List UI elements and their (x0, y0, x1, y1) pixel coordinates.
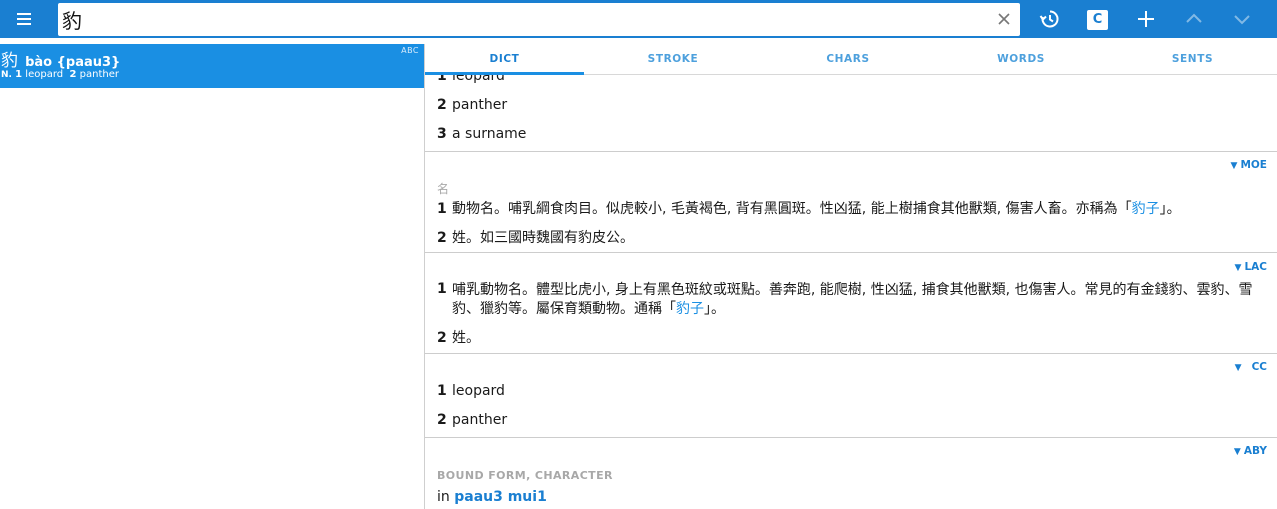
definition-row: 2 panther (437, 97, 507, 113)
history-icon[interactable] (1038, 7, 1062, 31)
bound-form-link[interactable]: paau3 mui1 (454, 489, 547, 505)
c-toggle-icon[interactable]: C (1087, 10, 1108, 30)
part-of-speech: 名 (437, 182, 450, 196)
source-label: ABY (1243, 445, 1267, 457)
lac-source-tag[interactable]: ▼ LAC (1235, 261, 1267, 273)
result-def-num: 2 (69, 69, 77, 80)
menu-icon[interactable] (14, 10, 36, 28)
triangle-down-icon: ▼ (1230, 161, 1238, 171)
moe-section: ▼ MOE 名 1 動物名。哺乳綱食肉目。似虎較小, 毛黃褐色, 背有黑圓斑。性凶猛… (425, 152, 1277, 253)
cc-source-tag[interactable]: ▼ CC (1235, 361, 1267, 373)
results-panel: 豹 bào {paau3} ABC N. 1 leopard 2 panther (0, 44, 424, 509)
triangle-down-icon: ▼ (1233, 447, 1241, 457)
tab-words[interactable]: WORDS (934, 44, 1108, 74)
def-number: 1 (437, 383, 447, 399)
source-label: CC (1251, 361, 1267, 373)
bound-form-label: BOUND FORM, CHARACTER (437, 469, 613, 482)
tab-chars[interactable]: CHARS (762, 44, 934, 74)
top-bar: C (0, 0, 1277, 38)
abc-section: 1 leopard 2 panther 3 a surname (425, 75, 1277, 152)
def-number: 2 (437, 230, 447, 246)
dictionary-content: 1 leopard 2 panther 3a surname ▼ MOE 名 1 動物名… (425, 75, 1277, 509)
tab-sents[interactable]: SENTS (1108, 44, 1277, 74)
source-label: LAC (1244, 261, 1267, 273)
result-title: 豹 bào {paau3} (1, 46, 120, 71)
def-number: 2 (437, 412, 447, 428)
definition-row: 1 哺乳動物名。體型比虎小, 身上有黑色斑紋或斑點。善奔跑, 能爬樹, 性凶猛,… (437, 281, 1267, 319)
search-input[interactable] (62, 3, 982, 36)
result-def-text: panther (79, 69, 119, 80)
chevron-up-icon[interactable] (1182, 7, 1206, 31)
definition-row: 2 姓。 (437, 327, 480, 347)
def-number: 1 (437, 75, 447, 84)
def-text: a surname (452, 126, 527, 142)
bound-form-row: in paau3 mui1 (437, 489, 547, 505)
result-pronunciation: bào {paau3} (25, 55, 121, 70)
moe-source-tag[interactable]: ▼ MOE (1231, 159, 1267, 171)
result-char: 豹 (1, 51, 18, 71)
cc-section: ▼ CC 1 leopard 2 panther (425, 354, 1277, 438)
chevron-down-icon[interactable] (1230, 7, 1254, 31)
result-def-num: 1 (15, 69, 23, 80)
result-pos: N. (1, 70, 12, 80)
definition-row: 2 姓。如三國時魏國有豹皮公。 (437, 227, 634, 247)
result-item[interactable]: 豹 bào {paau3} ABC N. 1 leopard 2 panther (0, 44, 424, 88)
def-text: leopard (452, 75, 505, 84)
def-text: 動物名。哺乳綱食肉目。似虎較小, 毛黃褐色, 背有黑圓斑。性凶猛, 能上樹捕食其… (452, 201, 1181, 217)
bound-form-prefix: in (437, 489, 450, 505)
cross-reference-link[interactable]: 豹子 (676, 301, 704, 317)
definition-row: 2 panther (437, 412, 507, 428)
tab-stroke[interactable]: STROKE (584, 44, 762, 74)
def-text: 姓。 (452, 330, 480, 346)
tab-bar: DICT STROKE CHARS WORDS SENTS (425, 44, 1277, 75)
definition-row: 3 a surname (437, 126, 526, 142)
tab-dict[interactable]: DICT (425, 44, 584, 74)
definition-row: 1 leopard (437, 383, 505, 399)
result-source-tag: ABC (401, 46, 419, 55)
aby-section: ▼ ABY BOUND FORM, CHARACTER in paau3 mui1 (425, 438, 1277, 509)
triangle-down-icon: ▼ (1234, 363, 1242, 373)
def-number: 2 (437, 97, 447, 113)
close-icon[interactable] (994, 9, 1014, 29)
triangle-down-icon: ▼ (1234, 263, 1242, 273)
def-number: 1 (437, 201, 447, 217)
lac-section: ▼ LAC 1 哺乳動物名。體型比虎小, 身上有黑色斑紋或斑點。善奔跑, 能爬樹,… (425, 253, 1277, 354)
search-box (58, 3, 1020, 36)
def-text: panther (452, 97, 508, 113)
result-def-text: leopard (25, 69, 64, 80)
add-icon[interactable] (1134, 7, 1158, 31)
def-text: panther (452, 412, 508, 428)
definition-row: 1 leopard (437, 75, 505, 84)
source-label: MOE (1240, 159, 1267, 171)
def-number: 3 (437, 126, 447, 142)
def-text: 姓。如三國時魏國有豹皮公。 (452, 230, 634, 246)
def-number: 1 (437, 281, 447, 297)
definition-row: 1 動物名。哺乳綱食肉目。似虎較小, 毛黃褐色, 背有黑圓斑。性凶猛, 能上樹捕食… (437, 198, 1181, 218)
cross-reference-link[interactable]: 豹子 (1132, 201, 1160, 217)
def-text: 哺乳動物名。體型比虎小, 身上有黑色斑紋或斑點。善奔跑, 能爬樹, 性凶猛, 捕… (452, 282, 1253, 317)
aby-source-tag[interactable]: ▼ ABY (1234, 445, 1267, 457)
def-text: leopard (452, 383, 505, 399)
result-definition: N. 1 leopard 2 panther (1, 69, 119, 80)
def-number: 2 (437, 330, 447, 346)
